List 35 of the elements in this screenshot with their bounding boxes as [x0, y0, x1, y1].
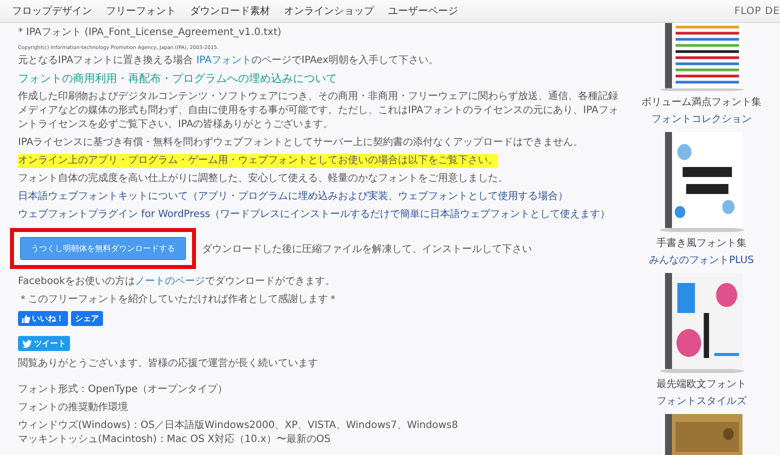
product-caption: 最先端欧文フォント — [656, 378, 746, 391]
nav-link[interactable]: ユーザーページ — [388, 4, 458, 18]
paragraph: 閲覧ありがとうございます。皆様の応援で運営が長く続いています — [18, 357, 319, 371]
paragraph: 作成した印刷物およびデジタルコンテンツ・ソフトウェアにつき、その商用・非商用・フリーウェアに関わらず放送、通信、各種記録メディアなどの媒体の形式も問わず、自由に使用をする事が可能です。ただし、これはIPAフォントのライセンスの元にあり、IPAフォントライセンスを必ずご覧下さい。IPAの皆様ありがとうございます。 — [18, 90, 620, 132]
highlighted-notice: オンライン上のアプリ・プログラム・ゲーム用・ウェブフォントとしてお使いの場合は以下をご覧下さい。 — [18, 154, 498, 168]
paragraph: フォント形式：OpenType（オープンタイプ） — [18, 383, 229, 397]
paragraph: 元となるIPAフォントに置き換える場合 IPAフォント のページでIPAex明朝を入手して下さい。 — [18, 54, 440, 68]
nav-link[interactable]: オンラインショップ — [284, 4, 374, 18]
paragraph: フォント自体の完成度を高い仕上がりに調整した、安心して使える、軽量のかなフォントをご用意しました。 — [18, 172, 509, 186]
share-button[interactable]: シェア — [71, 311, 103, 326]
paragraph: ＊このフリーフォントを紹介していただければ作者として感謝します＊ — [18, 293, 339, 307]
nav-link[interactable]: フリーフォント — [106, 4, 176, 18]
paragraph: * IPAフォント (IPA_Font_License_Agreement_v1.0.txt) — [18, 26, 282, 40]
like-button[interactable]: いいね！ — [18, 311, 68, 326]
bird-icon — [22, 340, 32, 348]
paragraph: フォントの推奨動作環境 — [18, 401, 129, 415]
product-link[interactable]: フォントスタイルズ — [656, 394, 746, 408]
spec-line: マッキントッシュ(Macintosh)：Mac OS X対応（10.x）〜最新のOS — [18, 433, 332, 447]
inline-link[interactable]: IPAフォント — [196, 55, 252, 66]
text-link[interactable]: ウェブフォントプラグイン for WordPress（ワードプレスにインストールするだけで簡単に日本語ウェブフォントとして使えます） — [18, 208, 623, 222]
section-heading: フォントの商用利用・再配布・プログラムへの埋め込みについて — [18, 72, 338, 86]
nav-link[interactable]: フロップデザイン — [12, 4, 92, 18]
paragraph: IPAライセンスに基づき有償・無料を問わずウェブフォントとしてサーバー上に契約書の添付なくアップロードはできません。 — [18, 136, 584, 150]
product-caption: ボリューム満点フォント集 — [642, 96, 762, 109]
inline-link[interactable]: ノートのページ — [135, 276, 205, 287]
product-link[interactable]: みんなのフォントPLUS — [649, 253, 754, 267]
thumbs-up-icon — [22, 314, 30, 322]
product-caption: 手書き風フォント集 — [656, 236, 746, 250]
spec-line: ウィンドウズ(Windows)：OS／日本語版Windows2000、XP、VISTA、Windows7、Windows8 — [18, 419, 459, 433]
nav-link[interactable]: ダウンロード素材 — [190, 4, 270, 18]
product-link[interactable]: フォントコレクション — [652, 112, 752, 126]
paragraph: Facebookをお使いの方はノートのページでダウンロードができます。 — [18, 275, 336, 289]
site-logo-text[interactable]: FLOP DE — [734, 6, 780, 16]
text-link[interactable]: 日本語ウェブフォントキットについて（アプリ・プログラムに埋め込みおよび実装、ウェブフォントとして使用する場合） — [18, 190, 623, 204]
download-note: ダウンロードした後に圧縮ファイルを解凍して、インストールして下さい — [202, 242, 532, 256]
